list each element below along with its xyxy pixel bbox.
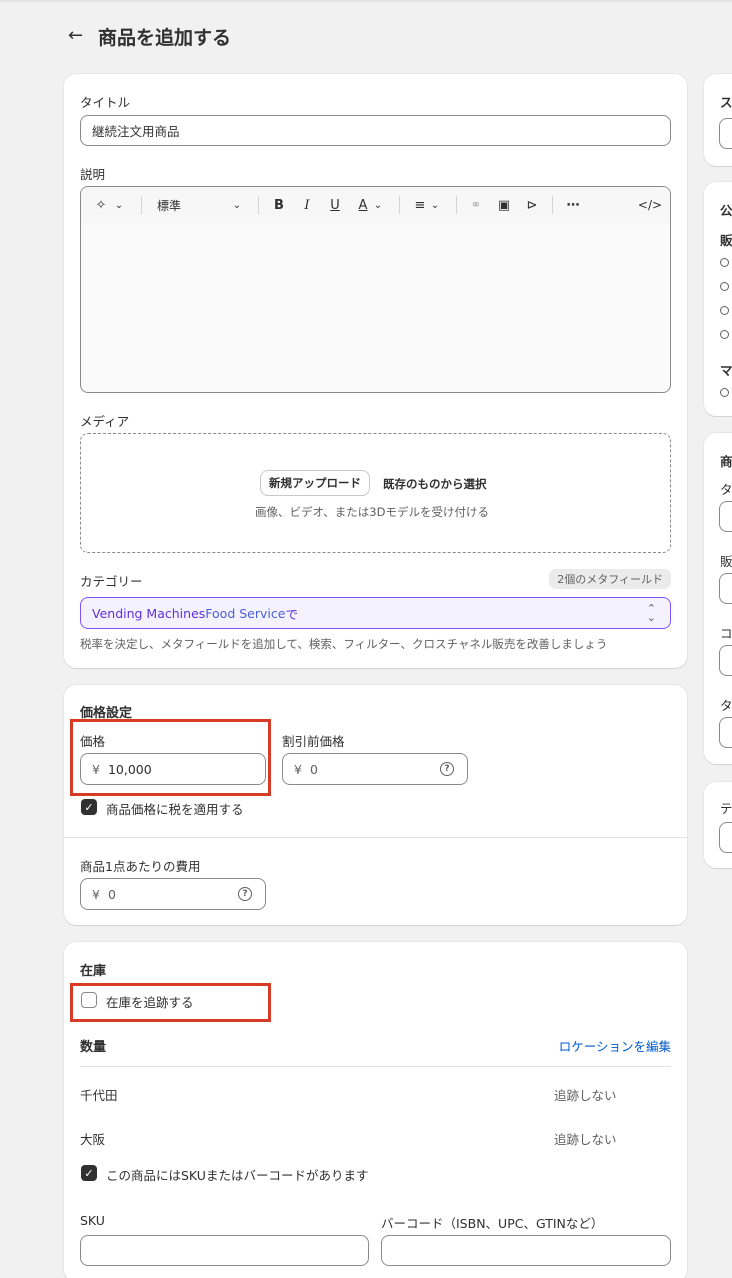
more-options-icon[interactable]: ⋯: [564, 196, 582, 214]
media-dropzone[interactable]: 新規アップロード 既存のものから選択 画像、ビデオ、または3Dモデルを受け付ける: [80, 433, 671, 553]
org-field-label: 販: [720, 554, 732, 569]
price-highlight-box: [70, 719, 271, 796]
cost-per-item-input[interactable]: ¥ 0 ?: [80, 878, 266, 910]
location-status: 追跡しない: [554, 1088, 617, 1103]
video-icon[interactable]: ⊳: [523, 196, 541, 214]
ai-magic-icon[interactable]: ✧: [93, 196, 109, 214]
barcode-label: バーコード（ISBN、UPC、GTINなど）: [381, 1216, 604, 1231]
compare-currency: ¥: [294, 761, 302, 777]
edit-locations-link[interactable]: ロケーションを編集: [559, 1036, 671, 1055]
channel-status-icon: [720, 258, 729, 267]
description-label: 説明: [80, 167, 106, 182]
help-icon[interactable]: ?: [440, 762, 454, 776]
media-label: メディア: [80, 414, 130, 429]
title-input[interactable]: 継続注文用商品: [80, 115, 671, 146]
back-arrow-icon[interactable]: ←: [68, 26, 88, 46]
help-icon[interactable]: ?: [238, 887, 252, 901]
product-details-card: タイトル 継続注文用商品 説明 ✧ ⌄ 標準 ⌄ B I U A ⌄ ≡ ⌄ ⚭…: [64, 74, 687, 668]
top-border: [0, 0, 732, 2]
channel-status-icon: [720, 330, 729, 339]
link-icon[interactable]: ⚭: [467, 196, 485, 214]
media-hint: 画像、ビデオ、または3Dモデルを受け付ける: [255, 505, 489, 519]
text-style-label: 標準: [157, 198, 182, 213]
status-select[interactable]: [719, 118, 732, 149]
org-field-label: タ: [720, 698, 732, 713]
organization-heading: 商: [720, 454, 732, 469]
toolbar-divider: [258, 196, 259, 214]
toolbar-divider: [552, 196, 553, 214]
toolbar-divider: [456, 196, 457, 214]
compare-at-price-label: 割引前価格: [282, 734, 345, 749]
sku-barcode-checkbox[interactable]: ✓: [81, 1165, 97, 1181]
metafield-badge[interactable]: 2個のメタフィールド: [549, 569, 671, 589]
chevron-down-icon[interactable]: ⌄: [429, 196, 441, 214]
sku-barcode-label: この商品にはSKUまたはバーコードがあります: [106, 1168, 369, 1183]
org-field-input[interactable]: [719, 717, 732, 748]
theme-template-heading: テ: [720, 801, 732, 816]
bold-icon[interactable]: B: [270, 196, 288, 214]
organization-card: 商 タ 販 コ タ: [704, 433, 732, 764]
pricing-divider: [64, 837, 687, 838]
category-label: カテゴリー: [80, 574, 143, 589]
select-chevron-icon: ⌃ ⌄: [646, 602, 656, 624]
sku-input[interactable]: [80, 1235, 369, 1266]
sku-label: SKU: [80, 1213, 105, 1228]
cost-currency: ¥: [92, 886, 100, 902]
org-field-input[interactable]: [719, 501, 732, 532]
location-name: 大阪: [80, 1132, 106, 1147]
org-field-label: コ: [720, 626, 732, 641]
barcode-input[interactable]: [381, 1235, 671, 1266]
upload-new-button[interactable]: 新規アップロード: [261, 471, 369, 495]
publishing-card: 公 販 マ: [704, 182, 732, 416]
inventory-title: 在庫: [80, 964, 107, 979]
italic-icon[interactable]: I: [298, 196, 316, 214]
chevron-down-icon[interactable]: ⌄: [113, 196, 125, 214]
quantity-title: 数量: [80, 1040, 107, 1055]
market-status-icon: [720, 388, 729, 397]
track-inventory-highlight-box: [70, 983, 271, 1022]
channel-status-icon: [720, 306, 729, 315]
underline-icon[interactable]: U: [326, 196, 344, 214]
theme-template-card: テ: [704, 782, 732, 868]
theme-template-select[interactable]: [719, 822, 732, 853]
page-header: ← 商品を追加する: [68, 22, 231, 50]
toolbar-divider: [141, 196, 142, 214]
publishing-heading: 公: [720, 203, 732, 218]
title-input-value: 継続注文用商品: [92, 124, 180, 139]
channel-status-icon: [720, 282, 729, 291]
tax-checkbox[interactable]: ✓: [81, 799, 97, 815]
description-editor: ✧ ⌄ 標準 ⌄ B I U A ⌄ ≡ ⌄ ⚭ ▣ ⊳ ⋯ </>: [80, 186, 671, 393]
code-view-icon[interactable]: </>: [638, 196, 662, 214]
toolbar-divider: [399, 196, 400, 214]
markets-heading: マ: [720, 363, 732, 378]
text-color-icon[interactable]: A: [354, 196, 372, 214]
align-left-icon[interactable]: ≡: [411, 196, 429, 214]
org-field-label: タ: [720, 482, 732, 497]
category-value-part1: Vending Machines: [92, 605, 206, 621]
tax-label: 商品価格に税を適用する: [106, 802, 244, 817]
category-select[interactable]: Vending Machines Food Service で ⌃ ⌄: [80, 597, 671, 629]
sales-channels-heading: 販: [720, 233, 732, 248]
compare-at-price-input[interactable]: ¥ 0 ?: [282, 753, 468, 785]
chevron-down-icon[interactable]: ⌄: [372, 196, 384, 214]
location-status: 追跡しない: [554, 1132, 617, 1147]
image-icon[interactable]: ▣: [495, 196, 513, 214]
editor-toolbar: ✧ ⌄ 標準 ⌄ B I U A ⌄ ≡ ⌄ ⚭ ▣ ⊳ ⋯ </>: [81, 187, 670, 223]
page-title: 商品を追加する: [98, 26, 232, 49]
cost-value: 0: [107, 886, 116, 902]
org-field-input[interactable]: [719, 573, 732, 604]
category-help-text: 税率を決定し、メタフィールドを追加して、検索、フィルター、クロスチャネル販売を改…: [80, 637, 608, 651]
compare-value: 0: [309, 761, 318, 777]
chevron-down-icon[interactable]: ⌄: [231, 196, 243, 214]
select-existing-button[interactable]: 既存のものから選択: [383, 476, 487, 492]
status-heading: ス: [720, 95, 732, 110]
quantity-divider: [80, 1066, 671, 1067]
category-value-part2: Food Service: [205, 605, 286, 621]
org-field-input[interactable]: [719, 645, 732, 676]
title-label: タイトル: [80, 95, 131, 110]
status-card: ス: [704, 74, 732, 166]
category-value-part3: で: [285, 606, 298, 622]
cost-per-item-label: 商品1点あたりの費用: [80, 859, 201, 874]
location-name: 千代田: [80, 1088, 118, 1103]
